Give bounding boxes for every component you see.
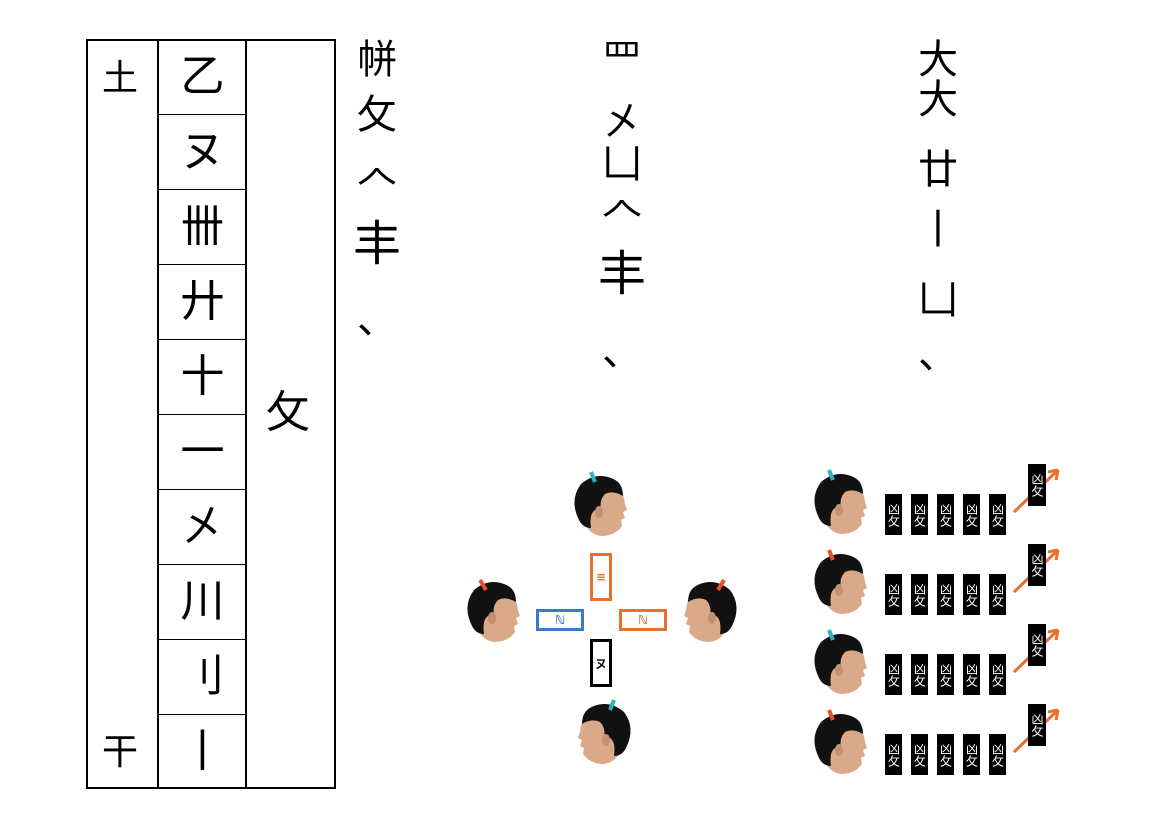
tile-label: 凶攵 [990,742,1005,767]
tile: 凶攵 [911,654,928,695]
table-cell: 一 [180,425,225,477]
tile: 凶攵 [885,734,902,775]
tile-label: 凶攵 [886,742,901,767]
table-cell: 川 [180,575,225,627]
tile-label: 凶攵 [938,742,953,767]
table-cell: 㐅 [180,500,225,552]
tile-label: 凶攵 [964,582,979,607]
tile-label: 凶攵 [990,662,1005,687]
tile: 凶攵 [937,734,954,775]
column-char: 丰 [352,216,401,272]
column-char: 大 [918,77,958,123]
column-char: 、 [918,332,958,378]
end-tile: 凶攵 [1028,704,1046,746]
end-tile: 凶攵 [1028,624,1046,666]
tile: 凶攵 [937,494,954,535]
tile-label: 凶攵 [886,502,901,527]
tile-label: 凶攵 [912,742,927,767]
cross-tag-left: ℕ [536,609,584,631]
tile: 凶攵 [911,734,928,775]
table-cell: 丨 [180,725,225,777]
table-cell: 廾 [180,275,225,327]
tile-label: 凶攵 [938,582,953,607]
end-tile-label: 凶攵 [1030,713,1044,737]
table-cell: 乙 [180,50,225,102]
tile-label: 凶攵 [912,582,927,607]
column-char: 𠆢 [357,157,397,203]
end-tile: 凶攵 [1028,464,1046,506]
table-cell: 刂 [180,650,225,702]
column-char: 罒 [602,37,642,83]
vertical-text-column-3: 大 大 廿 丨 凵 、 [913,40,963,390]
end-tile-label: 凶攵 [1030,633,1044,657]
cross-tag-top: ≡ [590,553,612,601]
tile: 凶攵 [885,654,902,695]
head-icon [467,578,520,642]
end-tile-label: 凶攵 [1030,473,1044,497]
cross-tag-bottom: ヌ [590,639,612,687]
column-char: 丰 [597,246,646,302]
tile: 凶攵 [989,734,1006,775]
table-cell: ヌ [180,125,225,177]
head-icon [814,709,867,774]
tile: 凶攵 [963,734,980,775]
tile-label: 凶攵 [964,662,979,687]
tile: 凶攵 [937,574,954,615]
column-char: 攵 [357,92,397,138]
tile: 凶攵 [885,494,902,535]
end-tile: 凶攵 [1028,544,1046,586]
end-tile-label: 凶攵 [1030,553,1044,577]
tile-label: 凶攵 [964,742,979,767]
cross-tag-right: ℕ [619,609,667,631]
tile: 凶攵 [885,574,902,615]
head-icon [814,469,867,534]
tile-label: 凶攵 [886,582,901,607]
bottom-left-char: 干 [102,732,139,773]
column-char: 大 [918,37,958,83]
tile-label: 凶攵 [886,662,901,687]
tile-label: 凶攵 [938,662,953,687]
top-left-char: 土 [102,58,139,99]
column-char: 𠆢 [602,189,642,235]
tile-label: 凶攵 [990,502,1005,527]
tile-label: 凶攵 [912,662,927,687]
vertical-text-column-2: 罒 㐅 凵 𠆢 丰 、 [597,40,647,387]
column-char: 、 [357,297,397,343]
right-column-char: 攵 [266,387,310,438]
table-border-right [334,39,336,789]
tile: 凶攵 [937,654,954,695]
tile: 凶攵 [911,574,928,615]
column-char: 㐅 [602,99,642,145]
head-icon [814,629,867,694]
tile-label: 凶攵 [912,502,927,527]
tile: 凶攵 [963,494,980,535]
tile: 凶攵 [989,574,1006,615]
table-cell: 十 [180,350,225,402]
vertical-text-column-1: 帡 攵 𠆢 丰 、 [352,40,402,355]
head-icon [574,471,627,536]
column-char: 帡 [357,37,397,83]
column-char: 丨 [918,207,958,253]
tile-label: 凶攵 [990,582,1005,607]
head-icon [578,699,631,764]
tile-label: 凶攵 [964,502,979,527]
column-char: 凵 [918,277,958,323]
tile: 凶攵 [989,494,1006,535]
head-icon [684,578,737,642]
head-icon [814,549,867,614]
column-char: 、 [602,329,642,375]
tile: 凶攵 [963,654,980,695]
tile: 凶攵 [911,494,928,535]
table-cell: 卌 [180,200,225,252]
table-border-left [86,39,88,789]
tile: 凶攵 [989,654,1006,695]
tile: 凶攵 [963,574,980,615]
column-char: 廿 [918,147,958,193]
tile-label: 凶攵 [938,502,953,527]
column-char: 凵 [602,141,642,187]
